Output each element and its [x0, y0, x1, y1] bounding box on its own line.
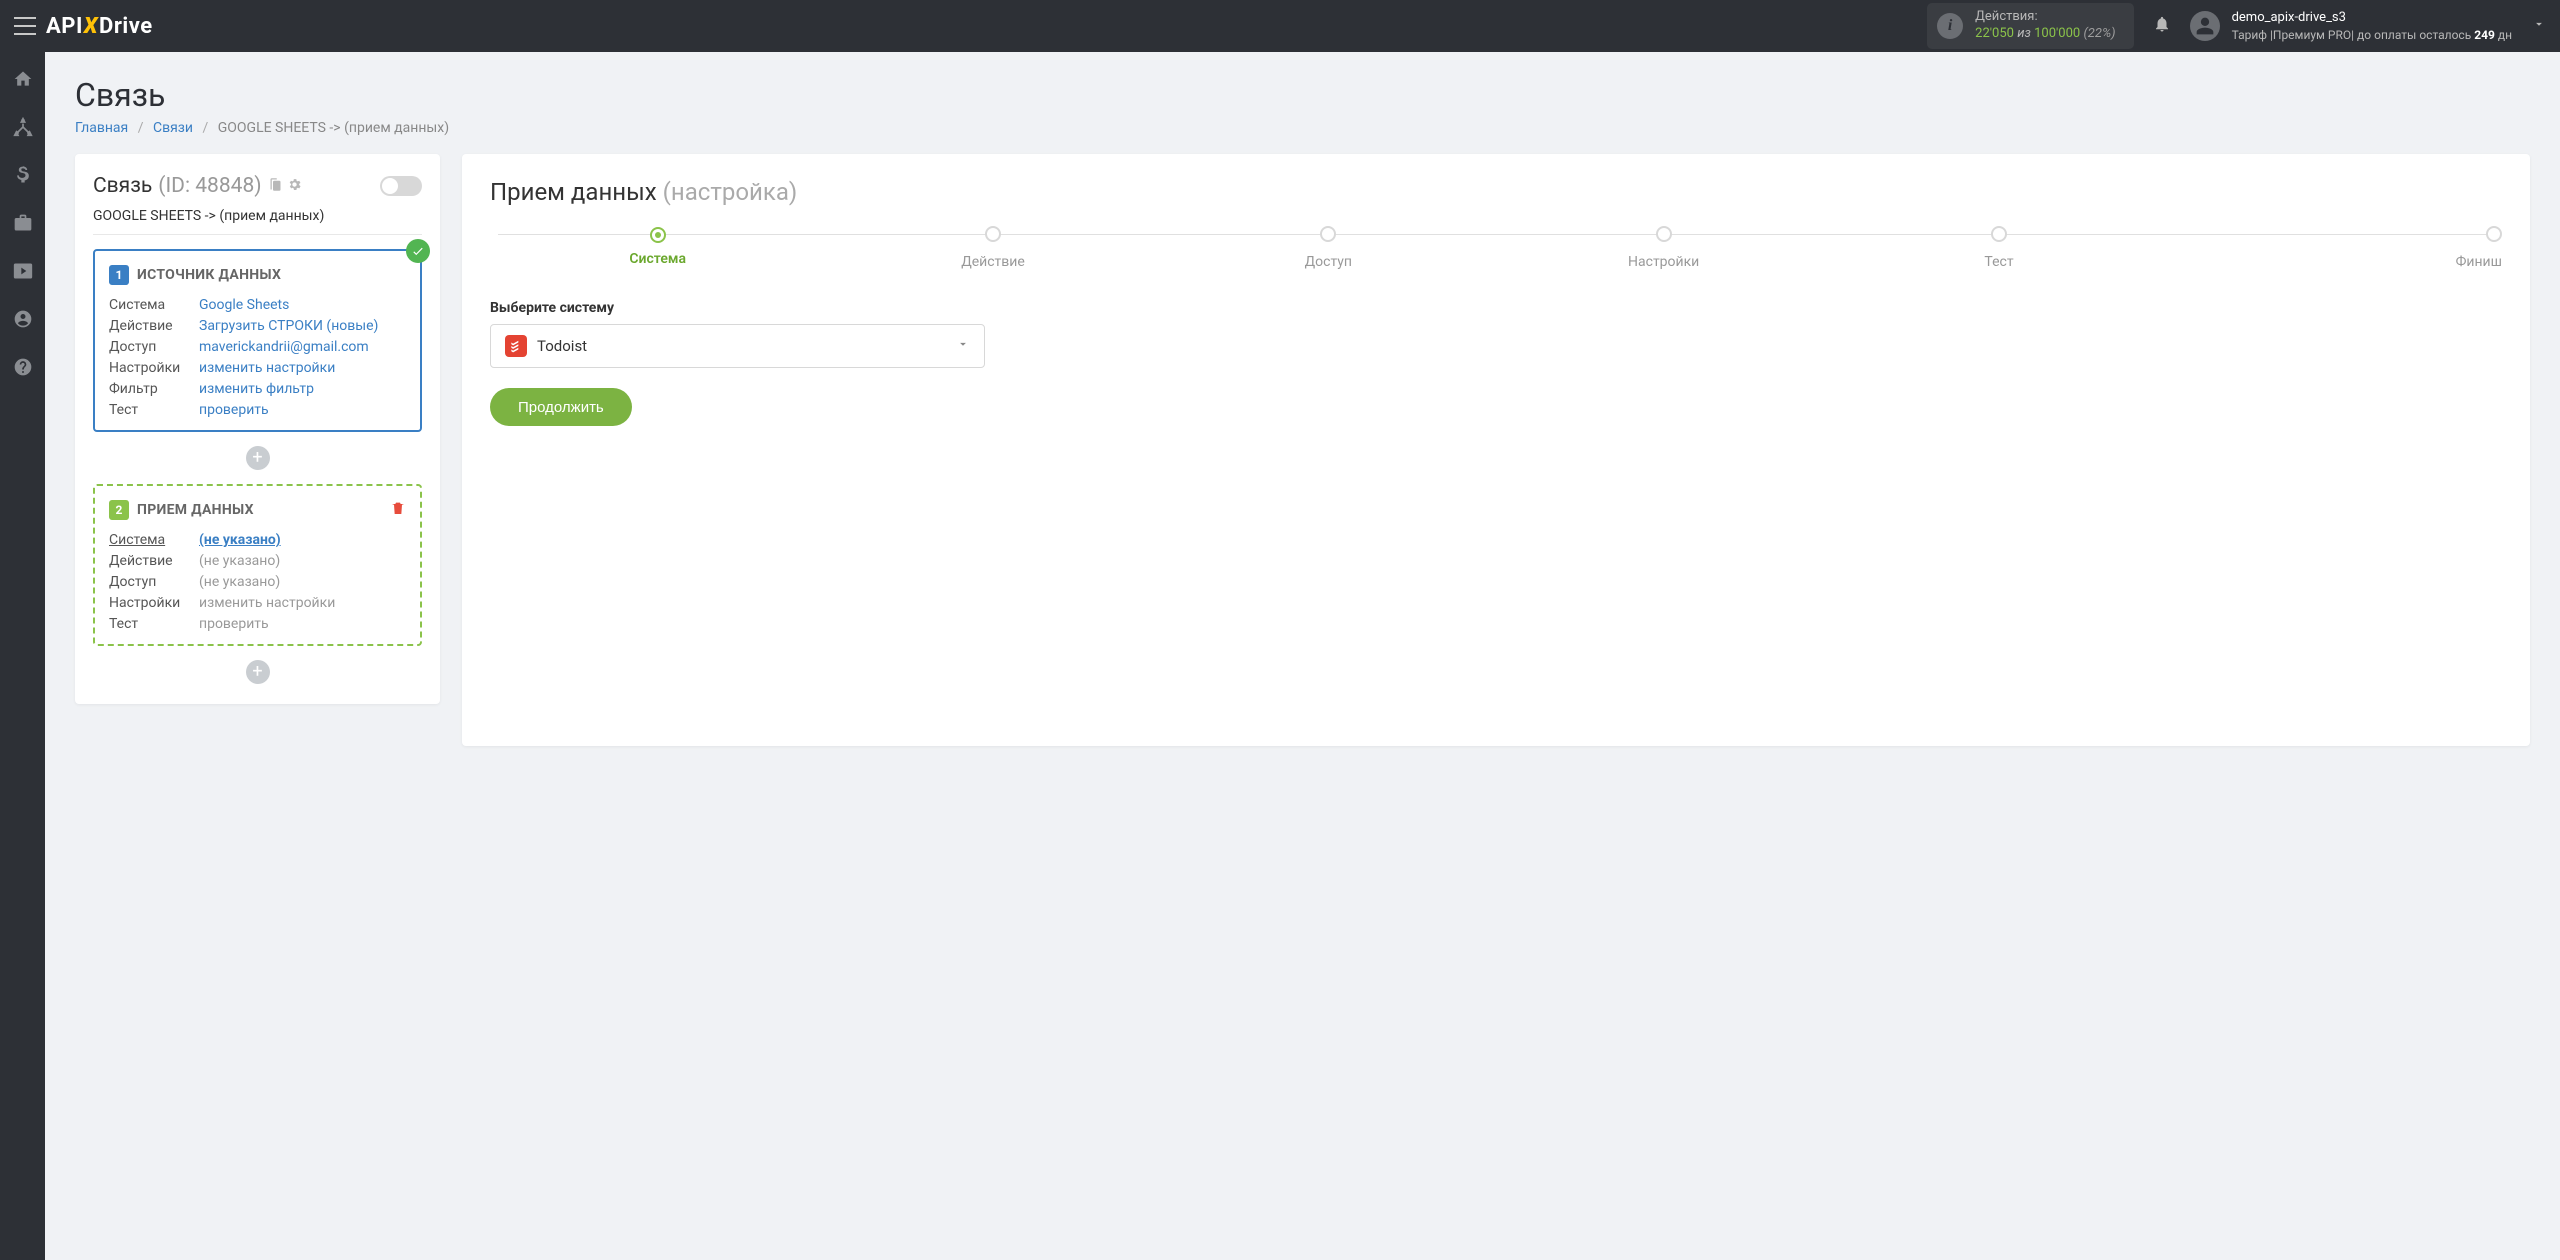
- actions-total: 100'000: [2034, 26, 2080, 41]
- step-finish[interactable]: Финиш: [2167, 226, 2502, 270]
- src-system-value[interactable]: Google Sheets: [199, 297, 289, 313]
- system-select-value: Todoist: [537, 337, 946, 355]
- src-access-label: Доступ: [109, 339, 199, 355]
- nav-video-icon[interactable]: [0, 254, 45, 288]
- copy-icon[interactable]: [268, 177, 283, 196]
- step-settings[interactable]: Настройки: [1496, 226, 1831, 270]
- top-header: APIXDrive i Действия: 22'050 из 100'000 …: [0, 0, 2560, 52]
- system-select[interactable]: Todoist: [490, 324, 985, 368]
- menu-toggle[interactable]: [14, 17, 36, 35]
- step-access[interactable]: Доступ: [1161, 226, 1496, 270]
- destination-block: 2 ПРИЕМ ДАННЫХ Система (не указано) Дейс…: [93, 484, 422, 646]
- panel-id: (ID: 48848): [158, 174, 261, 198]
- actions-used: 22'050: [1975, 26, 2014, 41]
- logo-x: X: [83, 14, 99, 39]
- dst-access-label: Доступ: [109, 574, 199, 590]
- step-test[interactable]: Тест: [1831, 226, 2166, 270]
- info-icon: i: [1937, 13, 1963, 39]
- chevron-down-icon: [956, 337, 970, 355]
- logo-text-pre: API: [46, 14, 83, 39]
- config-panel: Прием данных (настройка) Система Действи…: [462, 154, 2530, 746]
- actions-counter[interactable]: i Действия: 22'050 из 100'000 (22%): [1927, 3, 2133, 49]
- dst-settings-value[interactable]: изменить настройки: [199, 595, 406, 611]
- dst-action-value: (не указано): [199, 553, 406, 569]
- actions-label: Действия:: [1975, 9, 2115, 26]
- dst-test-label: Тест: [109, 616, 199, 632]
- src-filter-label: Фильтр: [109, 381, 199, 397]
- src-test-label: Тест: [109, 402, 199, 418]
- config-title: Прием данных (настройка): [490, 178, 2502, 206]
- dst-system-value[interactable]: (не указано): [199, 532, 281, 548]
- panel-title-text: Связь: [93, 174, 152, 198]
- dst-access-value: (не указано): [199, 574, 406, 590]
- actions-iz: из: [2017, 26, 2031, 41]
- dst-title: ПРИЕМ ДАННЫХ: [137, 502, 254, 518]
- add-source-button[interactable]: +: [246, 446, 270, 470]
- panel-subtitle: GOOGLE SHEETS -> (прием данных): [93, 208, 422, 235]
- dst-action-label: Действие: [109, 553, 199, 569]
- source-block: 1 ИСТОЧНИК ДАННЫХ Система Google Sheets …: [93, 249, 422, 432]
- crumb-links[interactable]: Связи: [153, 120, 193, 136]
- src-access-value[interactable]: maverickandrii@gmail.com: [199, 339, 369, 355]
- src-filter-value[interactable]: изменить фильтр: [199, 381, 314, 397]
- step-tracker: Система Действие Доступ Настройки Тест Ф…: [490, 226, 2502, 270]
- logo-text-post: Drive: [99, 14, 153, 39]
- src-test-value[interactable]: проверить: [199, 402, 269, 418]
- src-settings-label: Настройки: [109, 360, 199, 376]
- sidebar: [0, 52, 45, 1260]
- notifications-icon[interactable]: [2144, 15, 2180, 38]
- src-action-value[interactable]: Загрузить СТРОКИ (новые): [199, 318, 378, 334]
- continue-button[interactable]: Продолжить: [490, 388, 632, 426]
- dst-system-label: Система: [109, 532, 199, 548]
- add-destination-button[interactable]: +: [246, 660, 270, 684]
- nav-help-icon[interactable]: [0, 350, 45, 384]
- check-icon: [406, 239, 430, 263]
- connection-panel: Связь (ID: 48848) GOOGLE SHEETS -> (прие…: [75, 154, 440, 704]
- src-system-label: Система: [109, 297, 199, 313]
- chevron-down-icon: [2532, 17, 2546, 35]
- nav-home-icon[interactable]: [0, 62, 45, 96]
- crumb-home[interactable]: Главная: [75, 120, 128, 136]
- crumb-current: GOOGLE SHEETS -> (прием данных): [218, 120, 449, 136]
- source-num: 1: [109, 265, 129, 285]
- dst-test-value[interactable]: проверить: [199, 616, 406, 632]
- nav-briefcase-icon[interactable]: [0, 206, 45, 240]
- todoist-icon: [505, 335, 527, 357]
- nav-billing-icon[interactable]: [0, 158, 45, 192]
- tariff-text: Тариф |Премиум PRO| до оплаты осталось 2…: [2232, 27, 2512, 43]
- logo[interactable]: APIXDrive: [46, 14, 153, 39]
- actions-pct: (22%): [2083, 26, 2115, 41]
- source-title: ИСТОЧНИК ДАННЫХ: [137, 267, 281, 283]
- user-name: demo_apix-drive_s3: [2232, 9, 2512, 27]
- enable-toggle[interactable]: [380, 176, 422, 196]
- user-menu[interactable]: demo_apix-drive_s3 Тариф |Премиум PRO| д…: [2190, 9, 2546, 43]
- nav-profile-icon[interactable]: [0, 302, 45, 336]
- dst-num: 2: [109, 500, 129, 520]
- src-settings-value[interactable]: изменить настройки: [199, 360, 335, 376]
- src-action-label: Действие: [109, 318, 199, 334]
- breadcrumb: Главная / Связи / GOOGLE SHEETS -> (прие…: [75, 120, 2530, 136]
- gear-icon[interactable]: [287, 177, 302, 196]
- step-system[interactable]: Система: [490, 226, 825, 267]
- nav-connections-icon[interactable]: [0, 110, 45, 144]
- page-title: Связь: [75, 76, 2530, 114]
- delete-icon[interactable]: [390, 500, 406, 520]
- step-action[interactable]: Действие: [825, 226, 1160, 270]
- dst-settings-label: Настройки: [109, 595, 199, 611]
- system-select-label: Выберите систему: [490, 300, 2502, 316]
- avatar-icon: [2190, 11, 2220, 41]
